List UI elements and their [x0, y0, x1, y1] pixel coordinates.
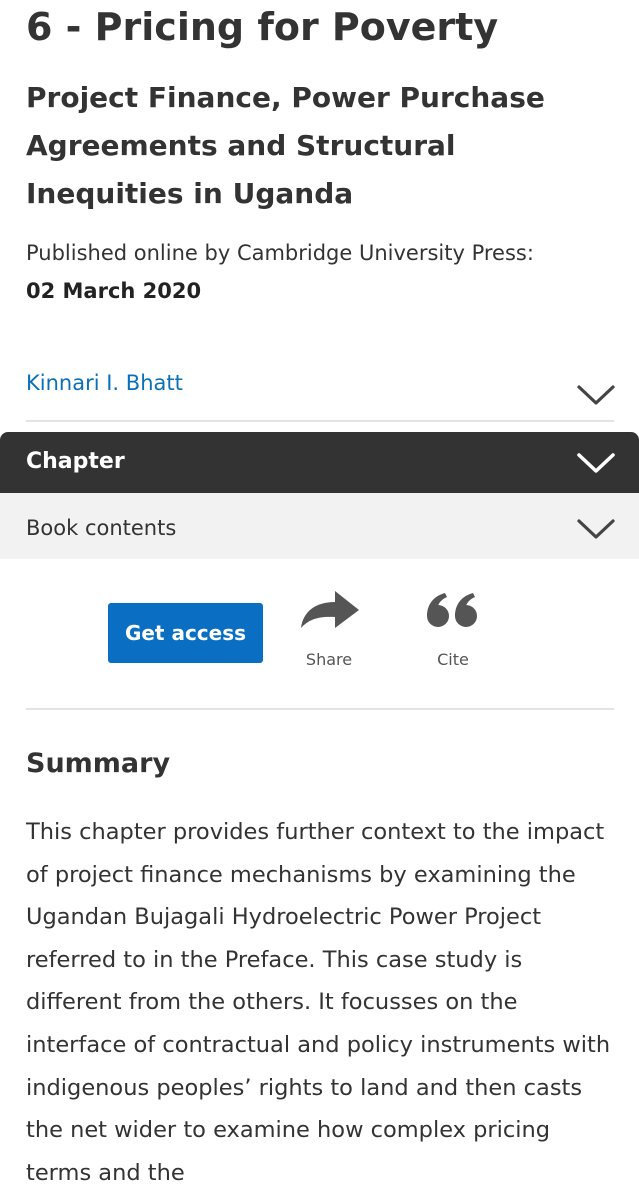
share-button[interactable]: Share	[284, 588, 374, 688]
chevron-down-icon[interactable]	[577, 452, 615, 474]
chapter-accordion[interactable]: Chapter	[0, 432, 639, 493]
cite-button[interactable]: Cite	[408, 588, 498, 688]
summary-text: This chapter provides further context to…	[26, 819, 611, 1186]
chevron-down-icon[interactable]	[577, 518, 615, 540]
get-access-button[interactable]: Get access	[108, 603, 263, 663]
book-contents-accordion[interactable]: Book contents	[0, 493, 639, 559]
chapter-page: 6 - Pricing for Poverty Project Finance,…	[0, 0, 639, 1200]
chevron-down-icon[interactable]	[577, 384, 615, 406]
page-title: 6 - Pricing for Poverty	[26, 5, 499, 49]
summary-heading: Summary	[26, 748, 171, 779]
section-divider	[26, 708, 614, 710]
chapter-subtitle: Project Finance, Power Purchase Agreemen…	[26, 81, 545, 210]
share-arrow-icon[interactable]	[284, 588, 374, 638]
share-label: Share	[305, 650, 353, 669]
chapter-accordion-label: Chapter	[26, 449, 125, 474]
book-contents-label: Book contents	[26, 516, 177, 540]
cite-label: Cite	[437, 650, 469, 669]
author-row[interactable]: Kinnari I. Bhatt	[26, 360, 615, 422]
quote-icon[interactable]	[408, 588, 498, 638]
published-label: Published online by Cambridge University…	[26, 241, 534, 265]
author-link[interactable]: Kinnari I. Bhatt	[26, 368, 183, 398]
published-date: 02 March 2020	[26, 279, 202, 303]
